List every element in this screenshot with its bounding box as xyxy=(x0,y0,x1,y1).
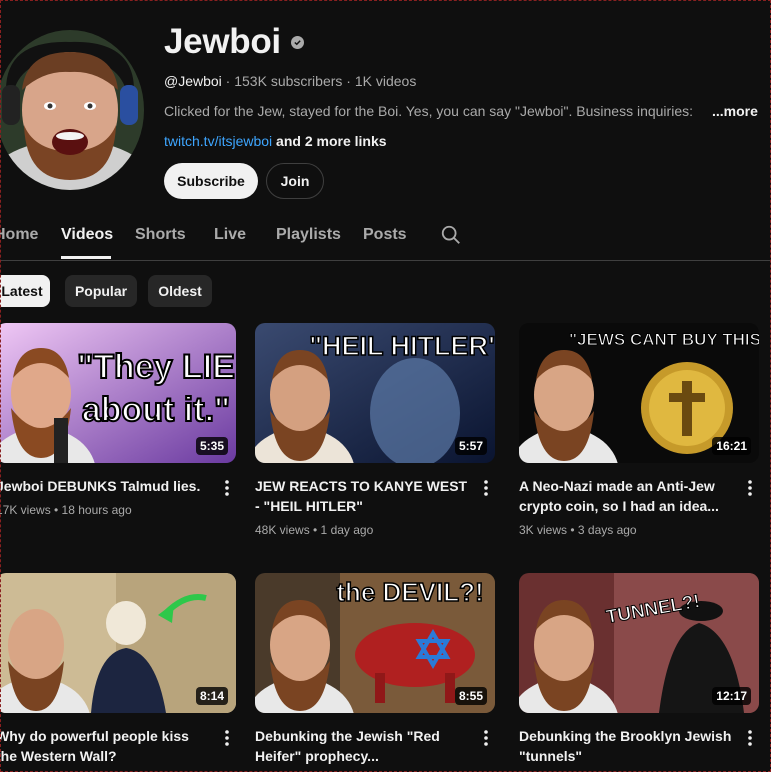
subscribe-button[interactable]: Subscribe xyxy=(164,163,258,199)
more-options-icon[interactable] xyxy=(224,729,230,747)
video-card[interactable]: "JEWS CANT BUY THIS" 16:21 A Neo-Nazi ma… xyxy=(519,323,759,537)
video-title[interactable]: Why do powerful people kiss the Western … xyxy=(0,726,211,766)
svg-text:"JEWS CANT BUY THIS": "JEWS CANT BUY THIS" xyxy=(569,330,759,349)
tab-videos[interactable]: Videos xyxy=(61,226,113,244)
video-thumbnail[interactable]: TUNNEL?! 12:17 xyxy=(519,573,759,713)
video-duration: 8:14 xyxy=(195,687,228,705)
more-options-icon[interactable] xyxy=(747,479,753,497)
tab-posts[interactable]: Posts xyxy=(363,226,407,244)
channel-description[interactable]: Clicked for the Jew, stayed for the Boi.… xyxy=(164,103,694,119)
channel-tabs: Home Videos Shorts Live Playlists Posts xyxy=(0,214,771,261)
video-title[interactable]: JEW REACTS TO KANYE WEST - "HEIL HITLER" xyxy=(255,476,470,516)
tab-home[interactable]: Home xyxy=(0,226,38,244)
tab-playlists[interactable]: Playlists xyxy=(276,226,341,244)
video-duration: 8:55 xyxy=(454,687,487,705)
search-icon[interactable] xyxy=(440,224,462,246)
video-card[interactable]: 8:14 Why do powerful people kiss the Wes… xyxy=(0,573,236,764)
svg-text:"HEIL HITLER": "HEIL HITLER" xyxy=(309,331,495,361)
video-duration: 12:17 xyxy=(712,687,751,705)
tab-live[interactable]: Live xyxy=(214,226,246,244)
channel-link[interactable]: twitch.tv/itsjewboi xyxy=(164,133,272,149)
video-title[interactable]: Debunking the Brooklyn Jewish "tunnels" xyxy=(519,726,734,766)
channel-stats: · 153K subscribers · 1K videos xyxy=(221,73,417,89)
video-title[interactable]: A Neo-Nazi made an Anti-Jew crypto coin,… xyxy=(519,476,734,516)
video-duration: 16:21 xyxy=(712,437,751,455)
channel-title: Jewboi xyxy=(164,22,304,62)
channel-avatar[interactable] xyxy=(0,30,144,190)
channel-meta: @Jewboi · 153K subscribers · 1K videos xyxy=(164,73,416,89)
video-thumbnail[interactable]: 8:14 xyxy=(0,573,236,713)
description-more-link[interactable]: ...more xyxy=(712,103,758,119)
chip-latest[interactable]: Latest xyxy=(0,275,50,307)
video-card[interactable]: "They LIE about it." 5:35 Jewboi DEBUNKS… xyxy=(0,323,236,517)
chip-oldest[interactable]: Oldest xyxy=(148,275,212,307)
video-title[interactable]: Jewboi DEBUNKS Talmud lies. xyxy=(0,476,211,496)
tab-shorts[interactable]: Shorts xyxy=(135,226,186,244)
channel-links: twitch.tv/itsjewboi and 2 more links xyxy=(164,133,387,149)
video-meta: 3K views • 3 days ago xyxy=(519,523,637,537)
more-options-icon[interactable] xyxy=(747,729,753,747)
verified-check-icon xyxy=(290,35,304,49)
video-thumbnail[interactable]: "JEWS CANT BUY THIS" 16:21 xyxy=(519,323,759,463)
chip-popular[interactable]: Popular xyxy=(65,275,137,307)
more-options-icon[interactable] xyxy=(483,729,489,747)
video-thumbnail[interactable]: "HEIL HITLER" 5:57 xyxy=(255,323,495,463)
video-card[interactable]: the DEVIL?! 8:55 Debunking the Jewish "R… xyxy=(255,573,495,764)
channel-name: Jewboi xyxy=(164,22,281,61)
join-button[interactable]: Join xyxy=(266,163,324,199)
avatar-image xyxy=(0,30,144,190)
svg-text:"They LIE: "They LIE xyxy=(77,348,235,386)
video-card[interactable]: TUNNEL?! 12:17 Debunking the Brooklyn Je… xyxy=(519,573,759,764)
svg-text:about it.": about it." xyxy=(82,391,230,429)
video-duration: 5:35 xyxy=(195,437,228,455)
video-title[interactable]: Debunking the Jewish "Red Heifer" prophe… xyxy=(255,726,470,766)
video-meta: 17K views • 18 hours ago xyxy=(0,503,132,517)
more-links-text[interactable]: and 2 more links xyxy=(272,133,387,149)
more-options-icon[interactable] xyxy=(483,479,489,497)
video-thumbnail[interactable]: "They LIE about it." 5:35 xyxy=(0,323,236,463)
svg-text:the DEVIL?!: the DEVIL?! xyxy=(336,577,483,607)
video-duration: 5:57 xyxy=(454,437,487,455)
video-thumbnail[interactable]: the DEVIL?! 8:55 xyxy=(255,573,495,713)
more-options-icon[interactable] xyxy=(224,479,230,497)
channel-handle: @Jewboi xyxy=(164,73,222,89)
video-meta: 48K views • 1 day ago xyxy=(255,523,374,537)
active-tab-indicator xyxy=(61,256,111,259)
video-card[interactable]: "HEIL HITLER" 5:57 JEW REACTS TO KANYE W… xyxy=(255,323,495,537)
